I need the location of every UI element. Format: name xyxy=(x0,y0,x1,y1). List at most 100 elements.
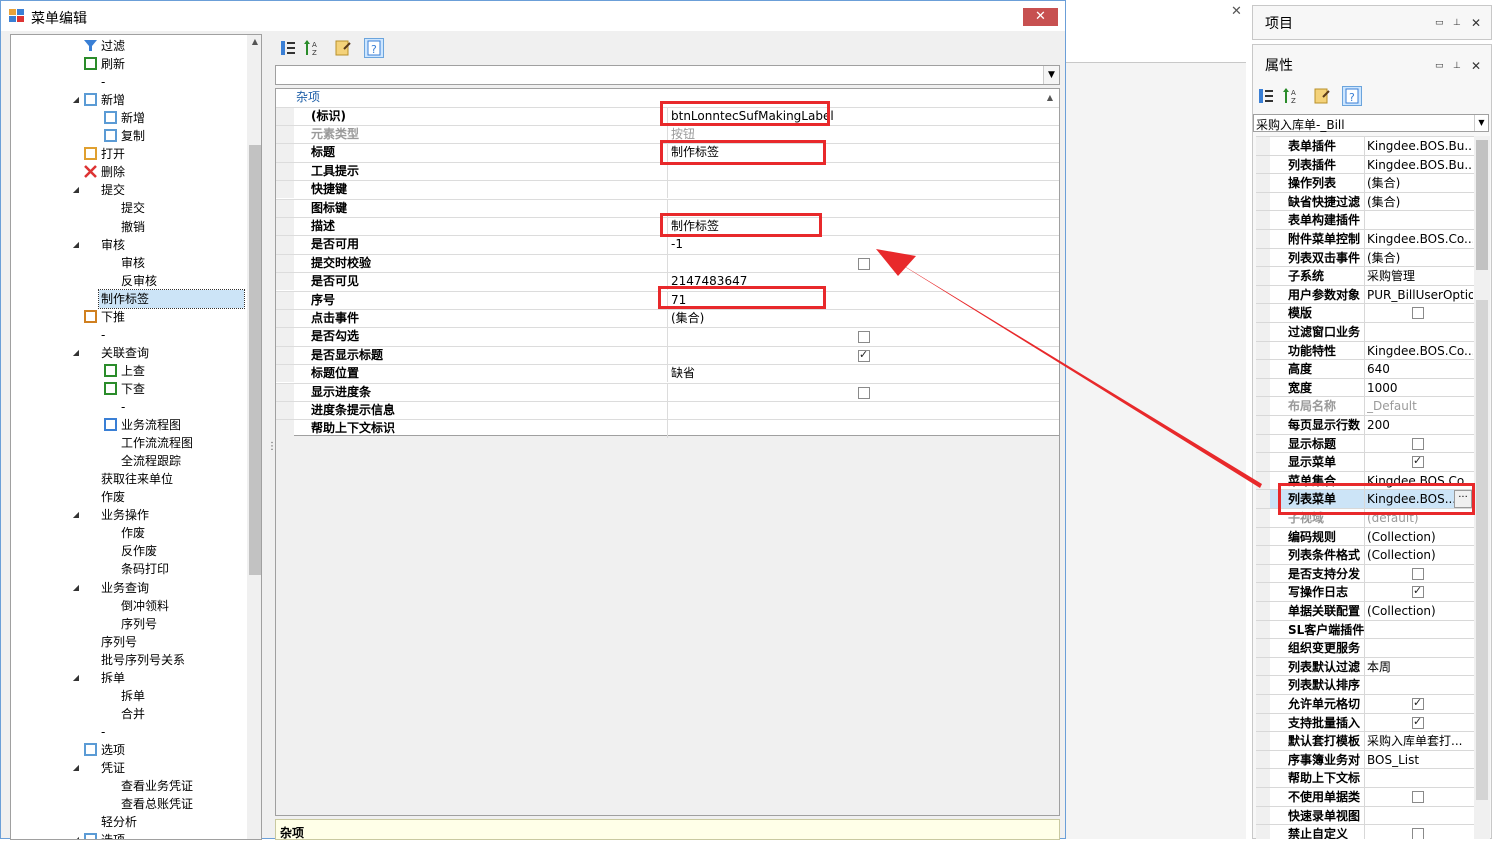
help-button[interactable]: ? xyxy=(364,38,384,58)
property-row[interactable]: 操作列表 (集合) xyxy=(1256,173,1474,192)
expand-toggle-icon[interactable]: ◢ xyxy=(71,236,81,254)
tree-item[interactable]: 序列号 xyxy=(121,615,157,633)
property-pages-button[interactable] xyxy=(333,38,353,58)
tree-item[interactable]: 作废 xyxy=(121,524,145,542)
column-divider[interactable] xyxy=(1364,527,1365,546)
tree-item[interactable]: 条码打印 xyxy=(121,560,169,578)
property-checkbox[interactable] xyxy=(1412,696,1424,710)
column-divider[interactable] xyxy=(1364,639,1365,657)
property-row[interactable]: 过滤窗口业务 xyxy=(1256,322,1474,341)
property-value[interactable]: -1 xyxy=(671,236,683,253)
property-row[interactable]: 允许单元格切 xyxy=(1256,694,1474,713)
tree-item[interactable]: 全流程跟踪 xyxy=(121,452,181,470)
property-value[interactable]: 200 xyxy=(1367,416,1473,434)
property-row[interactable]: 组织变更服务 xyxy=(1256,638,1474,657)
sort-az-button[interactable]: AZ xyxy=(302,38,322,58)
property-row[interactable]: 点击事件 (集合) xyxy=(276,308,1059,328)
column-divider[interactable] xyxy=(1364,546,1365,564)
tree-item[interactable]: 审核 xyxy=(121,254,145,272)
column-divider[interactable] xyxy=(1364,620,1365,639)
tree-item[interactable]: 打开 xyxy=(101,145,125,163)
property-row[interactable]: 序事簿业务对 BOS_List xyxy=(1256,749,1474,769)
collapse-icon[interactable]: ▲ xyxy=(1047,89,1053,106)
tree-item[interactable]: - xyxy=(101,723,105,741)
property-value[interactable]: Kingdee.BOS.Co... xyxy=(1367,230,1473,248)
categorized-button[interactable] xyxy=(1256,86,1276,106)
property-value[interactable]: (集合) xyxy=(1367,249,1473,267)
column-divider[interactable] xyxy=(667,365,668,383)
chevron-down-icon[interactable]: ▼ xyxy=(1043,66,1059,84)
column-divider[interactable] xyxy=(1364,434,1365,453)
property-row[interactable]: 提交时校验 xyxy=(276,253,1059,273)
property-checkbox[interactable] xyxy=(1412,454,1424,469)
property-value[interactable]: PUR_BillUserOption xyxy=(1367,286,1473,304)
tree-item[interactable]: 业务查询 xyxy=(101,579,149,597)
tree-item[interactable]: 关联查询 xyxy=(101,344,149,362)
expand-toggle-icon[interactable]: ◢ xyxy=(71,181,81,199)
category-label[interactable]: 杂项 xyxy=(296,89,320,106)
property-row[interactable]: 是否显示标题 xyxy=(276,345,1059,365)
property-row[interactable]: 表单插件 Kingdee.BOS.Bu... xyxy=(1256,136,1474,155)
property-row[interactable]: 禁止自定义 xyxy=(1256,824,1474,839)
property-row[interactable]: 功能特性 Kingdee.BOS.Co... xyxy=(1256,340,1474,360)
property-value[interactable]: _Default xyxy=(1367,397,1473,415)
tree-item[interactable]: 业务流程图 xyxy=(121,416,181,434)
properties-scrollbar-thumb[interactable] xyxy=(1476,140,1488,270)
property-row[interactable]: 显示进度条 xyxy=(276,382,1059,401)
property-value[interactable]: (Collection) xyxy=(1367,528,1473,546)
tree-item[interactable]: 反审核 xyxy=(121,272,157,290)
expand-toggle-icon[interactable]: ◢ xyxy=(71,579,81,597)
tree-item[interactable]: 合并 xyxy=(121,705,145,723)
property-value[interactable]: (集合) xyxy=(671,310,704,327)
tree-item[interactable]: 批号序列号关系 xyxy=(101,651,185,669)
property-value[interactable]: (Collection) xyxy=(1367,602,1473,620)
property-row[interactable]: 单据关联配置 (Collection) xyxy=(1256,601,1474,620)
property-value[interactable]: Kingdee.BOS.Bu... xyxy=(1367,137,1473,155)
panel-close-icon[interactable]: ✕ xyxy=(1471,16,1481,30)
property-checkbox[interactable] xyxy=(1412,567,1424,580)
tree-item[interactable]: 审核 xyxy=(101,236,125,254)
tree-item[interactable]: 提交 xyxy=(101,181,125,199)
tree-item[interactable]: - xyxy=(101,73,105,91)
window-restore-icon[interactable]: ▭ xyxy=(1435,18,1444,28)
property-row[interactable]: 布局名称 _Default xyxy=(1256,396,1474,415)
sort-az-button[interactable]: AZ xyxy=(1281,86,1301,106)
property-value[interactable]: Kingdee.BOS.Co... xyxy=(1367,342,1473,360)
property-row[interactable]: 编码规则 (Collection) xyxy=(1256,526,1474,546)
column-divider[interactable] xyxy=(1364,341,1365,360)
chevron-down-icon[interactable]: ▼ xyxy=(1474,115,1488,131)
column-divider[interactable] xyxy=(1364,602,1365,620)
property-checkbox[interactable] xyxy=(858,331,870,344)
column-divider[interactable] xyxy=(667,420,668,438)
property-checkbox[interactable] xyxy=(1412,715,1424,729)
property-row[interactable]: 标题位置 缺省 xyxy=(276,364,1059,383)
pin-icon[interactable]: ⊥ xyxy=(1453,61,1461,71)
column-divider[interactable] xyxy=(1364,230,1365,248)
expand-toggle-icon[interactable]: ◢ xyxy=(71,91,81,109)
background-close-icon[interactable]: ✕ xyxy=(1231,4,1242,19)
tree-item[interactable]: 凭证 xyxy=(101,759,125,777)
property-row[interactable]: 默认套打模板 采购入库单套打... xyxy=(1256,731,1474,750)
property-row[interactable]: 不使用单据类 xyxy=(1256,787,1474,806)
tree-item[interactable]: 工作流流程图 xyxy=(121,434,193,452)
property-row[interactable]: 快捷键 xyxy=(276,180,1059,199)
column-divider[interactable] xyxy=(667,328,668,346)
column-divider[interactable] xyxy=(1364,323,1365,341)
property-checkbox[interactable] xyxy=(1412,307,1424,320)
tree-item[interactable]: 作废 xyxy=(101,488,125,506)
column-divider[interactable] xyxy=(1364,788,1365,806)
property-row[interactable]: 表单构建插件 xyxy=(1256,210,1474,229)
tree-item[interactable]: 新增 xyxy=(121,109,145,127)
property-row[interactable]: 列表双击事件 (集合) xyxy=(1256,247,1474,267)
tree-item[interactable]: 刷新 xyxy=(101,55,125,73)
tree-item[interactable]: 获取往来单位 xyxy=(101,470,173,488)
column-divider[interactable] xyxy=(1364,267,1365,285)
column-divider[interactable] xyxy=(1364,657,1365,676)
property-row[interactable]: 是否支持分发 xyxy=(1256,563,1474,583)
tree-item[interactable]: 撤销 xyxy=(121,218,145,236)
column-divider[interactable] xyxy=(1364,137,1365,155)
tree-item[interactable]: 下推 xyxy=(101,308,125,326)
property-row[interactable]: 显示标题 xyxy=(1256,433,1474,453)
tree-item[interactable]: 复制 xyxy=(121,127,145,145)
column-divider[interactable] xyxy=(667,383,668,401)
